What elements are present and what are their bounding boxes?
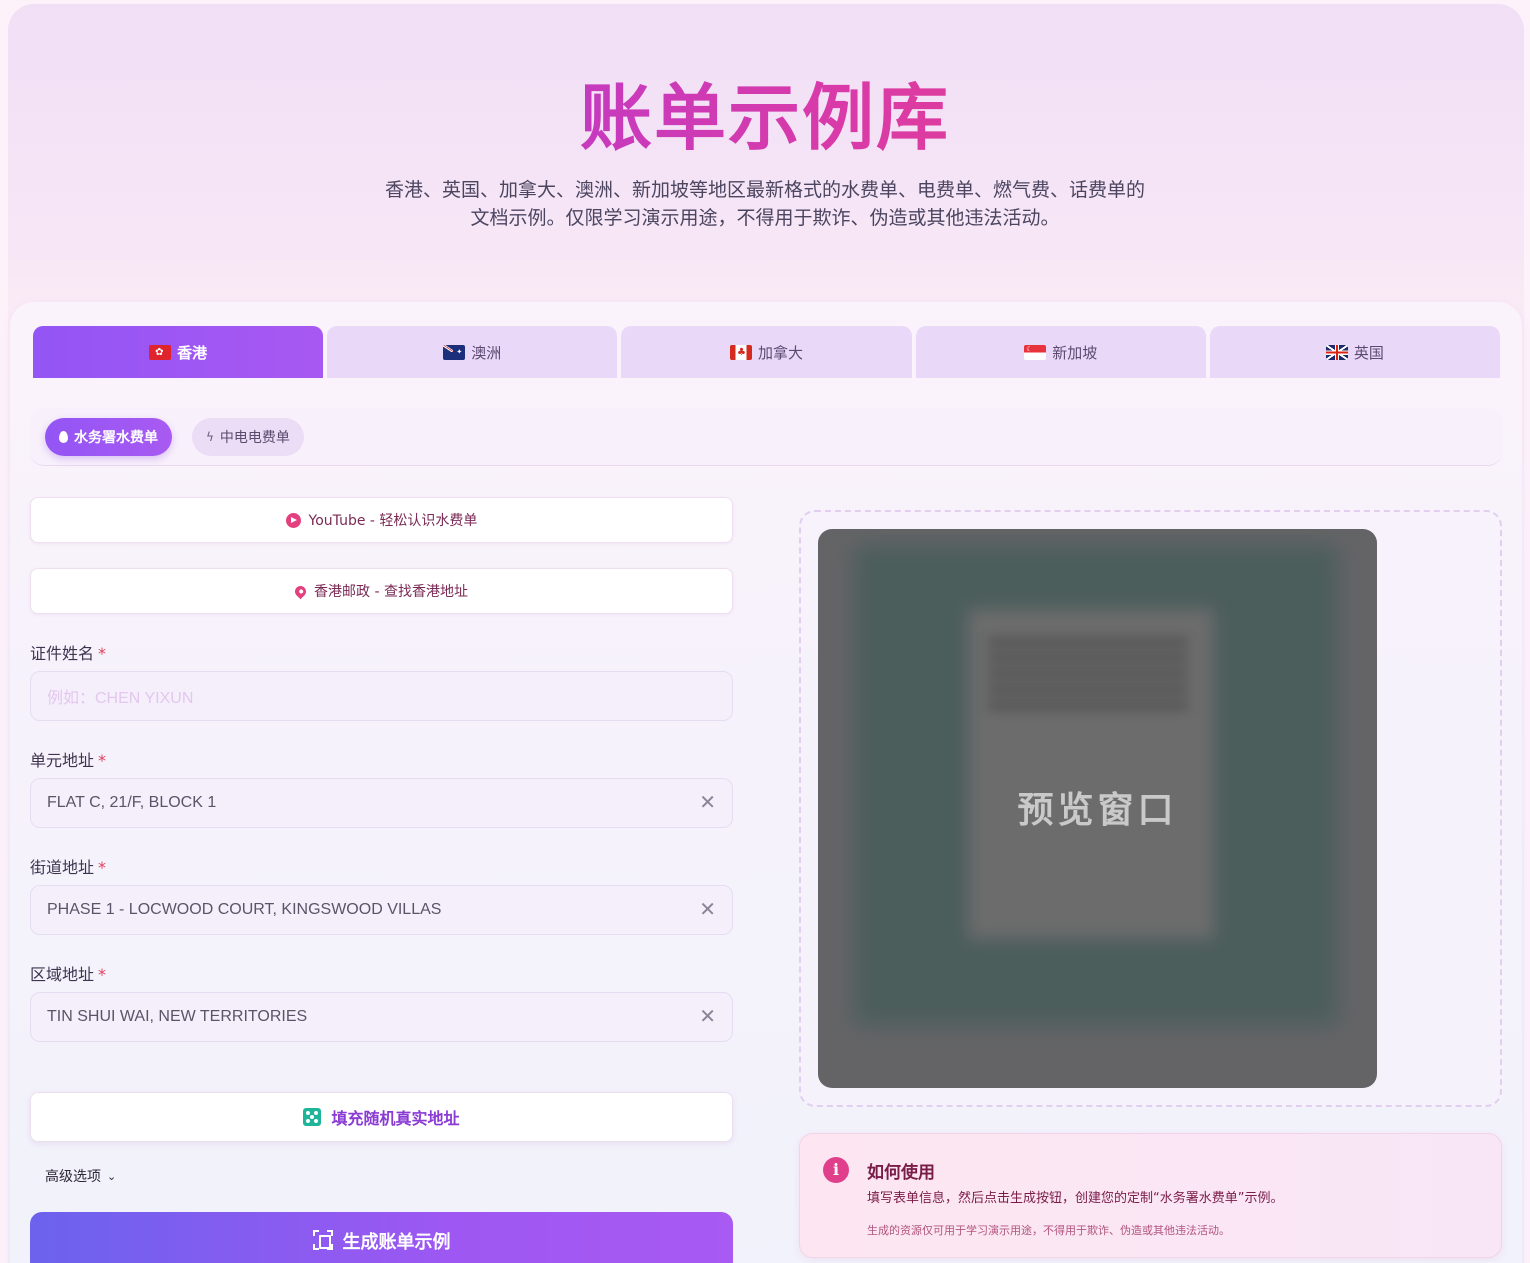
sg-flag-icon <box>1024 344 1047 360</box>
district-address-input[interactable]: TIN SHUI WAI, NEW TERRITORIES ✕ <box>30 992 733 1042</box>
district-address-label: 区域地址 * <box>30 965 107 984</box>
tab-singapore[interactable]: 新加坡 <box>915 326 1206 378</box>
subtab-label: 中电电费单 <box>219 430 290 446</box>
name-field-label: 证件姓名 * <box>30 644 107 663</box>
hongkong-post-link-label: 香港邮政 - 查找香港地址 <box>314 584 468 600</box>
tab-label: 加拿大 <box>758 343 804 362</box>
subtab-label: 水务署水费单 <box>74 430 158 446</box>
preview-blurred-text <box>988 639 1188 719</box>
unit-address-input[interactable]: FLAT C, 21/F, BLOCK 1 ✕ <box>30 778 733 828</box>
how-to-use-text: 填写表单信息，然后点击生成按钮，创建您的定制“水务署水费单”示例。 <box>867 1191 1284 1206</box>
how-to-use-title: 如何使用 <box>867 1163 935 1183</box>
subtab-water-bill[interactable]: 水务署水费单 <box>45 418 172 456</box>
info-icon: i <box>823 1157 849 1183</box>
preview-window: 预览窗口 <box>818 529 1377 1088</box>
scan-icon <box>312 1230 333 1250</box>
required-marker: * <box>98 858 107 877</box>
random-address-button[interactable]: 填充随机真实地址 <box>30 1092 733 1142</box>
hongkong-post-link-button[interactable]: 香港邮政 - 查找香港地址 <box>30 568 733 614</box>
clear-icon[interactable]: ✕ <box>699 792 716 814</box>
preview-label: 预览窗口 <box>1017 790 1178 831</box>
tab-australia[interactable]: 澳洲 <box>327 326 618 378</box>
unit-address-value: FLAT C, 21/F, BLOCK 1 <box>47 794 217 811</box>
page-subtitle: 香港、英国、加拿大、澳洲、新加坡等地区最新格式的水费单、电费单、燃气费、话费单的… <box>384 179 1145 229</box>
subtab-electric-bill[interactable]: ϟ 中电电费单 <box>192 418 304 456</box>
random-address-label: 填充随机真实地址 <box>331 1109 460 1128</box>
lightning-icon: ϟ <box>206 430 214 444</box>
hero-section: 账单示例库 香港、英国、加拿大、澳洲、新加坡等地区最新格式的水费单、电费单、燃气… <box>0 0 1530 300</box>
page-title: 账单示例库 <box>0 76 1530 160</box>
chevron-down-icon: ⌄ <box>107 1169 117 1183</box>
clear-icon[interactable]: ✕ <box>699 899 716 921</box>
required-marker: * <box>98 965 107 984</box>
street-address-value: PHASE 1 - LOCWOOD COURT, KINGSWOOD VILLA… <box>47 901 442 918</box>
tab-label: 香港 <box>177 343 208 362</box>
required-marker: * <box>98 644 107 663</box>
tab-label: 英国 <box>1353 343 1384 362</box>
water-drop-icon <box>59 431 68 443</box>
tab-uk[interactable]: 英国 <box>1209 326 1501 378</box>
how-to-use-note: 生成的资源仅可用于学习演示用途，不得用于欺诈、伪造或其他违法活动。 <box>867 1224 1230 1237</box>
uk-flag-icon <box>1325 344 1348 360</box>
hk-flag-icon <box>149 344 172 360</box>
tab-label: 澳洲 <box>471 343 502 362</box>
advanced-options-toggle[interactable]: 高级选项 ⌄ <box>45 1166 116 1186</box>
tab-label: 新加坡 <box>1052 343 1098 362</box>
ca-flag-icon <box>730 344 752 360</box>
name-input-placeholder: 例如：CHEN YIXUN <box>47 690 194 707</box>
street-address-label: 街道地址 * <box>30 858 107 877</box>
youtube-link-label: YouTube - 轻松认识水费单 <box>308 513 478 529</box>
youtube-link-button[interactable]: YouTube - 轻松认识水费单 <box>30 497 733 543</box>
district-address-value: TIN SHUI WAI, NEW TERRITORIES <box>47 1008 308 1025</box>
country-tabs: 香港 澳洲 加拿大 新加坡 英国 <box>33 326 1501 378</box>
dice-icon <box>303 1108 322 1126</box>
clear-icon[interactable]: ✕ <box>699 1006 716 1028</box>
play-icon <box>285 512 301 528</box>
au-flag-icon <box>443 344 466 360</box>
how-to-use-panel: i 如何使用 填写表单信息，然后点击生成按钮，创建您的定制“水务署水费单”示例。… <box>799 1133 1502 1258</box>
tab-canada[interactable]: 加拿大 <box>621 326 912 378</box>
street-address-input[interactable]: PHASE 1 - LOCWOOD COURT, KINGSWOOD VILLA… <box>30 885 733 935</box>
location-pin-icon <box>292 583 309 599</box>
unit-address-label: 单元地址 * <box>30 751 107 770</box>
tab-hongkong[interactable]: 香港 <box>33 326 324 378</box>
required-marker: * <box>98 751 107 770</box>
generate-bill-label: 生成账单示例 <box>342 1232 451 1253</box>
generate-bill-button[interactable]: 生成账单示例 <box>30 1212 733 1263</box>
advanced-options-label: 高级选项 <box>45 1169 101 1185</box>
name-input[interactable]: 例如：CHEN YIXUN <box>30 671 733 721</box>
